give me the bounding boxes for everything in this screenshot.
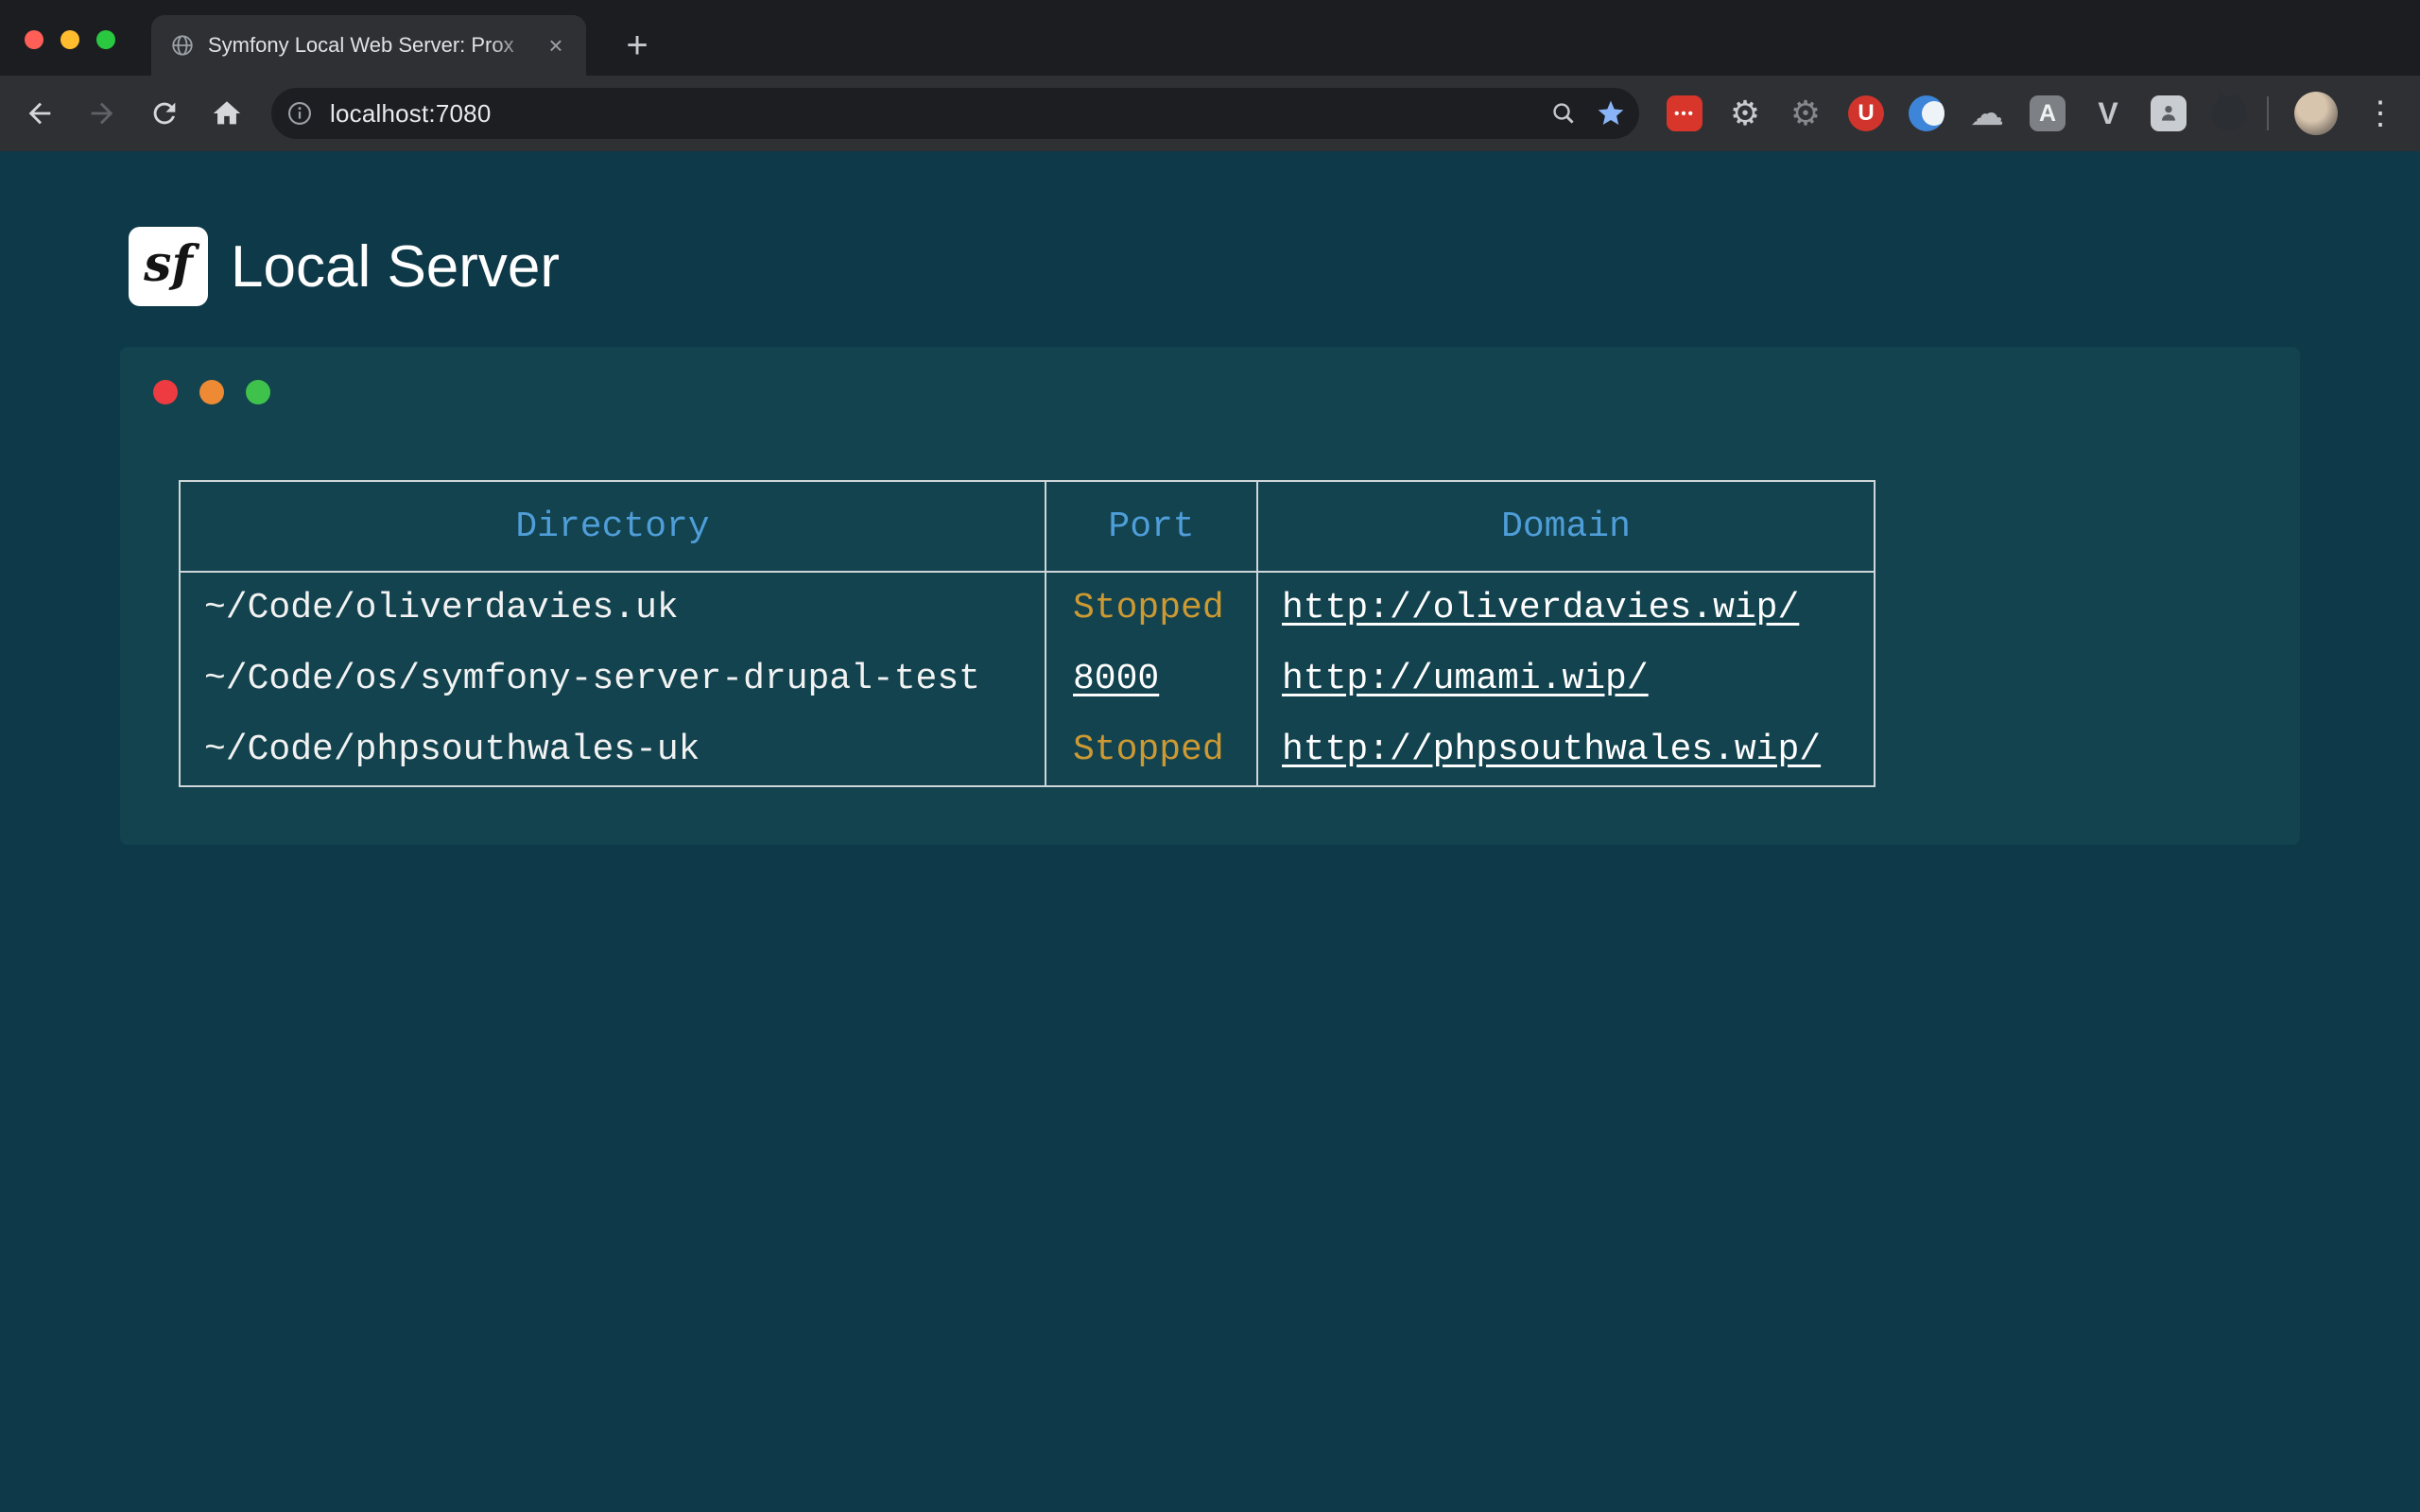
omnibox-right-icons [1548, 98, 1626, 129]
table-row: ~/Code/oliverdavies.uk Stopped http://ol… [180, 572, 1875, 644]
new-tab-button[interactable]: + [613, 21, 662, 70]
blue-circle-glyph [1909, 95, 1945, 131]
directory-cell: ~/Code/phpsouthwales-uk [180, 714, 1046, 786]
port-status-stopped: Stopped [1073, 588, 1224, 628]
domain-link[interactable]: http://phpsouthwales.wip/ [1282, 730, 1821, 770]
server-table: Directory Port Domain ~/Code/oliverdavie… [179, 480, 1876, 787]
extension-icon-gear-dark[interactable]: ⚙ [1785, 93, 1826, 134]
gear-icon: ⚙ [1730, 96, 1760, 130]
column-header-port: Port [1046, 481, 1257, 572]
chrome-menu-icon[interactable]: ⋮ [2360, 76, 2401, 151]
terminal-green-dot [246, 380, 270, 404]
home-button[interactable] [206, 93, 248, 134]
port-link[interactable]: 8000 [1073, 659, 1159, 699]
extension-icon-letter-a[interactable]: A [2027, 93, 2068, 134]
extension-icon-ublock[interactable]: U [1845, 93, 1887, 134]
gear-icon: ⚙ [1790, 96, 1821, 130]
table-header-row: Directory Port Domain [180, 481, 1875, 572]
domain-link[interactable]: http://oliverdavies.wip/ [1282, 588, 1799, 628]
symfony-logo: sf [129, 227, 208, 306]
cloud-icon: ☁ [1970, 96, 2004, 130]
terminal-red-dot [153, 380, 178, 404]
extension-icon-cloud[interactable]: ☁ [1966, 93, 2008, 134]
red-dots-glyph: ••• [1667, 95, 1703, 131]
tab-close-icon[interactable]: × [539, 28, 573, 62]
column-header-domain: Domain [1257, 481, 1875, 572]
directory-cell: ~/Code/oliverdavies.uk [180, 572, 1046, 644]
extension-icon-blue-circle[interactable] [1906, 93, 1947, 134]
gray-square-glyph [2151, 95, 2187, 131]
terminal-orange-dot [199, 380, 224, 404]
extension-icon-octocat[interactable] [2208, 93, 2250, 134]
zoom-indicator-icon[interactable] [1548, 98, 1579, 129]
macos-close-button[interactable] [25, 30, 43, 49]
a-letter-glyph: A [2030, 95, 2066, 131]
domain-cell: http://umami.wip/ [1257, 644, 1875, 714]
directory-cell: ~/Code/os/symfony-server-drupal-test [180, 644, 1046, 714]
macos-fullscreen-button[interactable] [96, 30, 115, 49]
address-bar[interactable]: localhost:7080 [271, 88, 1639, 139]
toolbar-separator [2267, 96, 2269, 130]
table-row: ~/Code/phpsouthwales-uk Stopped http://p… [180, 714, 1875, 786]
port-cell: Stopped [1046, 714, 1257, 786]
port-cell: Stopped [1046, 572, 1257, 644]
port-status-stopped: Stopped [1073, 730, 1224, 770]
url-text[interactable]: localhost:7080 [330, 99, 491, 129]
browser-tab-active[interactable]: Symfony Local Web Server: Prox × [151, 15, 586, 76]
tab-favicon-globe-icon [170, 33, 195, 58]
symfony-sf-glyph: sf [144, 235, 193, 293]
terminal-window-dots [153, 380, 270, 404]
macos-minimize-button[interactable] [60, 30, 79, 49]
extensions-area: ••• ⚙ ⚙ U ☁ A V [1664, 76, 2250, 151]
u-letter-glyph: U [1848, 95, 1884, 131]
tab-title: Symfony Local Web Server: Prox [208, 15, 539, 76]
extension-icon-letter-v[interactable]: V [2087, 93, 2129, 134]
v-letter-glyph: V [2098, 96, 2118, 131]
domain-link[interactable]: http://umami.wip/ [1282, 659, 1649, 699]
profile-avatar[interactable] [2294, 92, 2338, 135]
navigation-buttons [19, 76, 248, 151]
back-button[interactable] [19, 93, 60, 134]
extension-icon-gear-light[interactable]: ⚙ [1724, 93, 1766, 134]
column-header-directory: Directory [180, 481, 1046, 572]
domain-cell: http://oliverdavies.wip/ [1257, 572, 1875, 644]
octocat-glyph [2211, 95, 2247, 131]
domain-cell: http://phpsouthwales.wip/ [1257, 714, 1875, 786]
page-title: Local Server [231, 227, 560, 306]
reload-button[interactable] [144, 93, 185, 134]
forward-button-disabled[interactable] [81, 93, 123, 134]
extension-icon-gray-square[interactable] [2148, 93, 2189, 134]
bookmark-star-icon[interactable] [1596, 98, 1626, 129]
tab-strip: Symfony Local Web Server: Prox × + [0, 0, 2420, 76]
terminal-panel: Directory Port Domain ~/Code/oliverdavie… [120, 347, 2300, 845]
table-row: ~/Code/os/symfony-server-drupal-test 800… [180, 644, 1875, 714]
macos-traffic-lights [25, 30, 115, 49]
site-info-icon[interactable] [285, 98, 315, 129]
port-cell: 8000 [1046, 644, 1257, 714]
extension-icon-red-dots[interactable]: ••• [1664, 93, 1705, 134]
browser-toolbar: localhost:7080 ••• ⚙ ⚙ U ☁ A V [0, 76, 2420, 151]
